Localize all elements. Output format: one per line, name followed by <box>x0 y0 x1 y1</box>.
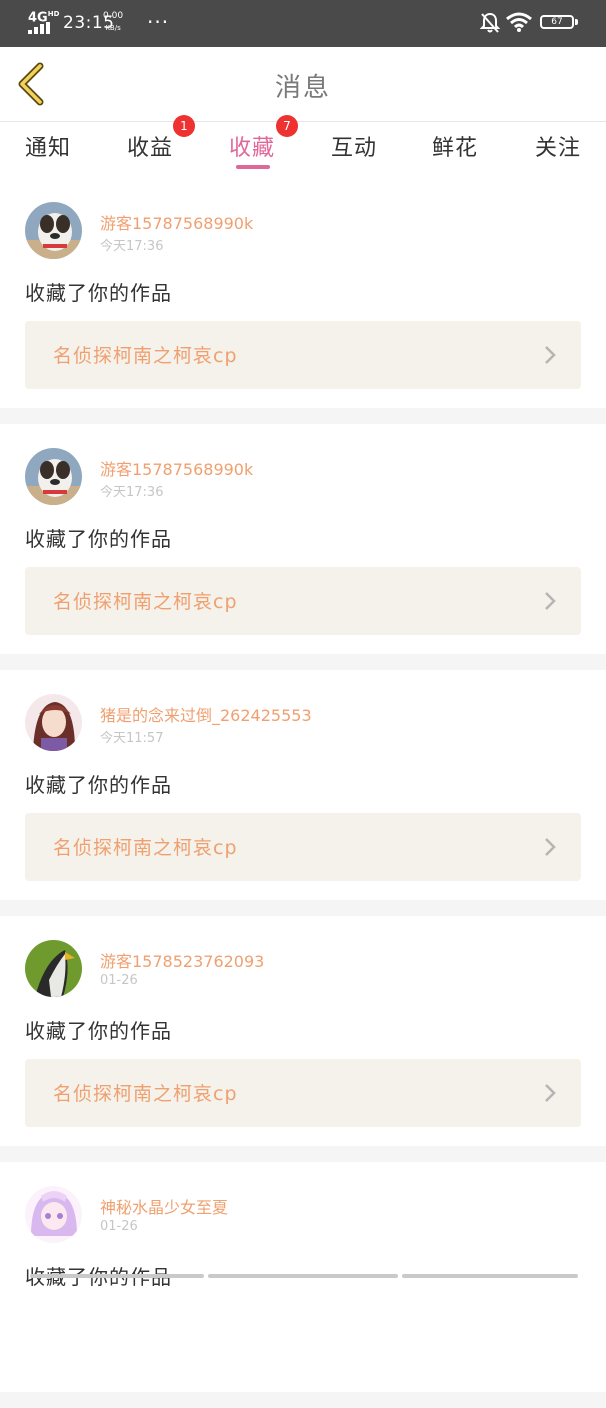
tab-flowers[interactable]: 鲜花 <box>410 130 500 162</box>
earnings-badge: 1 <box>173 115 195 137</box>
anime-avatar-icon[interactable] <box>25 1186 82 1243</box>
timestamp: 今天11:57 <box>100 731 164 746</box>
list-item: 猪是的念来过倒_262425553 今天11:57 收藏了你的作品 名侦探柯南之… <box>0 670 606 916</box>
girl-avatar-icon[interactable] <box>25 694 82 751</box>
timestamp: 今天17:36 <box>100 485 164 500</box>
action-text: 收藏了你的作品 <box>25 527 172 551</box>
bottom-nav-indicator <box>0 1274 606 1280</box>
chevron-right-icon <box>545 838 556 856</box>
work-title: 名侦探柯南之柯哀cp <box>53 837 238 859</box>
action-text: 收藏了你的作品 <box>25 281 172 305</box>
dog-avatar-icon[interactable] <box>25 202 82 259</box>
chevron-right-icon <box>545 1084 556 1102</box>
tab-interaction[interactable]: 互动 <box>309 130 399 162</box>
favorites-list: 游客15787568990k 今天17:36 收藏了你的作品 名侦探柯南之柯哀c… <box>0 178 606 1408</box>
username[interactable]: 游客15787568990k <box>100 210 253 234</box>
username[interactable]: 游客1578523762093 <box>100 948 264 972</box>
network-hd: HD <box>47 10 60 18</box>
timestamp: 01-26 <box>100 1219 138 1234</box>
list-item: 游客1578523762093 01-26 收藏了你的作品 名侦探柯南之柯哀cp <box>0 916 606 1162</box>
list-item: 神秘水晶少女至夏 01-26 收藏了你的作品 <box>0 1162 606 1408</box>
title-bar: 消息 <box>0 47 606 122</box>
more-dots-icon: ··· <box>147 10 170 34</box>
username[interactable]: 神秘水晶少女至夏 <box>100 1194 228 1218</box>
speed-unit: KB/s <box>105 24 121 32</box>
battery-tip <box>575 19 578 25</box>
list-item: 游客15787568990k 今天17:36 收藏了你的作品 名侦探柯南之柯哀c… <box>0 178 606 424</box>
action-text: 收藏了你的作品 <box>25 773 172 797</box>
tab-bar: 通知 收益 1 收藏 7 互动 鲜花 关注 <box>0 115 606 178</box>
list-item: 游客15787568990k 今天17:36 收藏了你的作品 名侦探柯南之柯哀c… <box>0 424 606 670</box>
status-bar: 4GHD 23:15 0.00 KB/s ··· 67 <box>0 0 606 47</box>
action-text: 收藏了你的作品 <box>25 1019 172 1043</box>
tab-notice[interactable]: 通知 <box>3 130 93 162</box>
wifi-icon <box>506 12 532 32</box>
work-card[interactable]: 名侦探柯南之柯哀cp <box>25 813 581 881</box>
battery-icon: 67 <box>540 15 574 29</box>
username[interactable]: 游客15787568990k <box>100 456 253 480</box>
active-tab-indicator <box>236 165 270 169</box>
chevron-right-icon <box>545 592 556 610</box>
bird-avatar-icon[interactable] <box>25 940 82 997</box>
work-title: 名侦探柯南之柯哀cp <box>53 345 238 367</box>
work-card[interactable]: 名侦探柯南之柯哀cp <box>25 567 581 635</box>
username[interactable]: 猪是的念来过倒_262425553 <box>100 702 312 726</box>
page-title: 消息 <box>274 73 331 103</box>
tab-follow[interactable]: 关注 <box>513 130 603 162</box>
work-card[interactable]: 名侦探柯南之柯哀cp <box>25 321 581 389</box>
network-speed: 0.00 KB/s <box>103 10 123 34</box>
favorites-badge: 7 <box>276 115 298 137</box>
bell-muted-icon <box>480 12 500 33</box>
signal-icon <box>28 22 54 34</box>
timestamp: 01-26 <box>100 973 138 988</box>
work-card[interactable]: 名侦探柯南之柯哀cp <box>25 1059 581 1127</box>
battery-level: 67 <box>551 17 563 27</box>
dog-avatar-icon[interactable] <box>25 448 82 505</box>
work-title: 名侦探柯南之柯哀cp <box>53 591 238 613</box>
chevron-right-icon <box>545 346 556 364</box>
timestamp: 今天17:36 <box>100 239 164 254</box>
speed-value: 0.00 <box>103 11 124 21</box>
work-title: 名侦探柯南之柯哀cp <box>53 1083 238 1105</box>
